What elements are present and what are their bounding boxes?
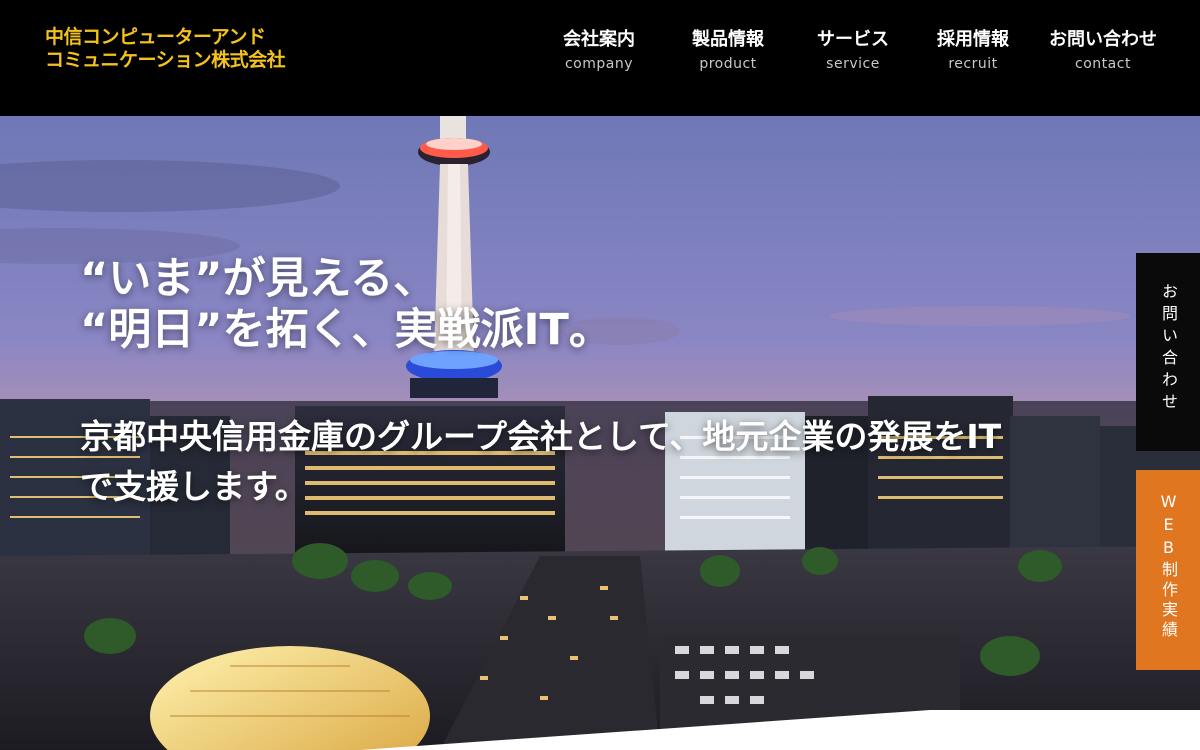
logo-line-2: コミュニケーション株式会社	[45, 49, 286, 71]
headline-line-1: “いま”が見える、	[80, 254, 437, 304]
nav-item-label: 製品情報	[692, 29, 764, 50]
subheadline-line-2: で支援します。	[80, 467, 308, 506]
side-tab-web-works[interactable]: WEB制作実績	[1136, 470, 1200, 670]
nav-item-sublabel: product	[699, 56, 757, 72]
site-header: 中信コンピューターアンド コミュニケーション株式会社 会社案内 company …	[0, 0, 1200, 116]
side-tab-contact[interactable]: お問い合わせ	[1136, 253, 1200, 451]
nav-item-service[interactable]: サービス service	[801, 28, 905, 72]
company-logo[interactable]: 中信コンピューターアンド コミュニケーション株式会社	[45, 26, 286, 72]
nav-item-sublabel: company	[564, 56, 634, 72]
side-tab-web-works-label: WEB制作実績	[1159, 492, 1178, 641]
nav-item-label: お問い合わせ	[1049, 29, 1157, 50]
nav-item-recruit[interactable]: 採用情報 recruit	[917, 28, 1029, 72]
nav-item-sublabel: recruit	[948, 56, 998, 72]
nav-item-label: 会社案内	[563, 29, 635, 50]
side-tab-contact-label: お問い合わせ	[1159, 283, 1178, 415]
headline-line-2: “明日”を拓く、実戦派IT。	[80, 305, 612, 355]
nav-item-label: サービス	[817, 29, 889, 50]
logo-line-1: 中信コンピューターアンド	[45, 26, 266, 48]
global-nav: 会社案内 company 製品情報 product サービス service 採…	[545, 28, 1167, 72]
hero-headline: “いま”が見える、 “明日”を拓く、実戦派IT。	[80, 254, 612, 356]
nav-item-contact[interactable]: お問い合わせ contact	[1039, 28, 1167, 72]
nav-item-label: 採用情報	[937, 29, 1009, 50]
hero-subheadline: 京都中央信用金庫のグループ会社として、地元企業の発展をIT で支援します。	[80, 412, 1140, 512]
nav-item-product[interactable]: 製品情報 product	[669, 28, 787, 72]
nav-item-company[interactable]: 会社案内 company	[545, 28, 653, 72]
subheadline-line-1: 京都中央信用金庫のグループ会社として、地元企業の発展をIT	[80, 417, 1002, 456]
hero-section: “いま”が見える、 “明日”を拓く、実戦派IT。 京都中央信用金庫のグループ会社…	[0, 116, 1200, 750]
nav-item-sublabel: service	[826, 56, 880, 72]
hero-bottom-wedge	[0, 710, 1200, 750]
nav-item-sublabel: contact	[1075, 56, 1131, 72]
